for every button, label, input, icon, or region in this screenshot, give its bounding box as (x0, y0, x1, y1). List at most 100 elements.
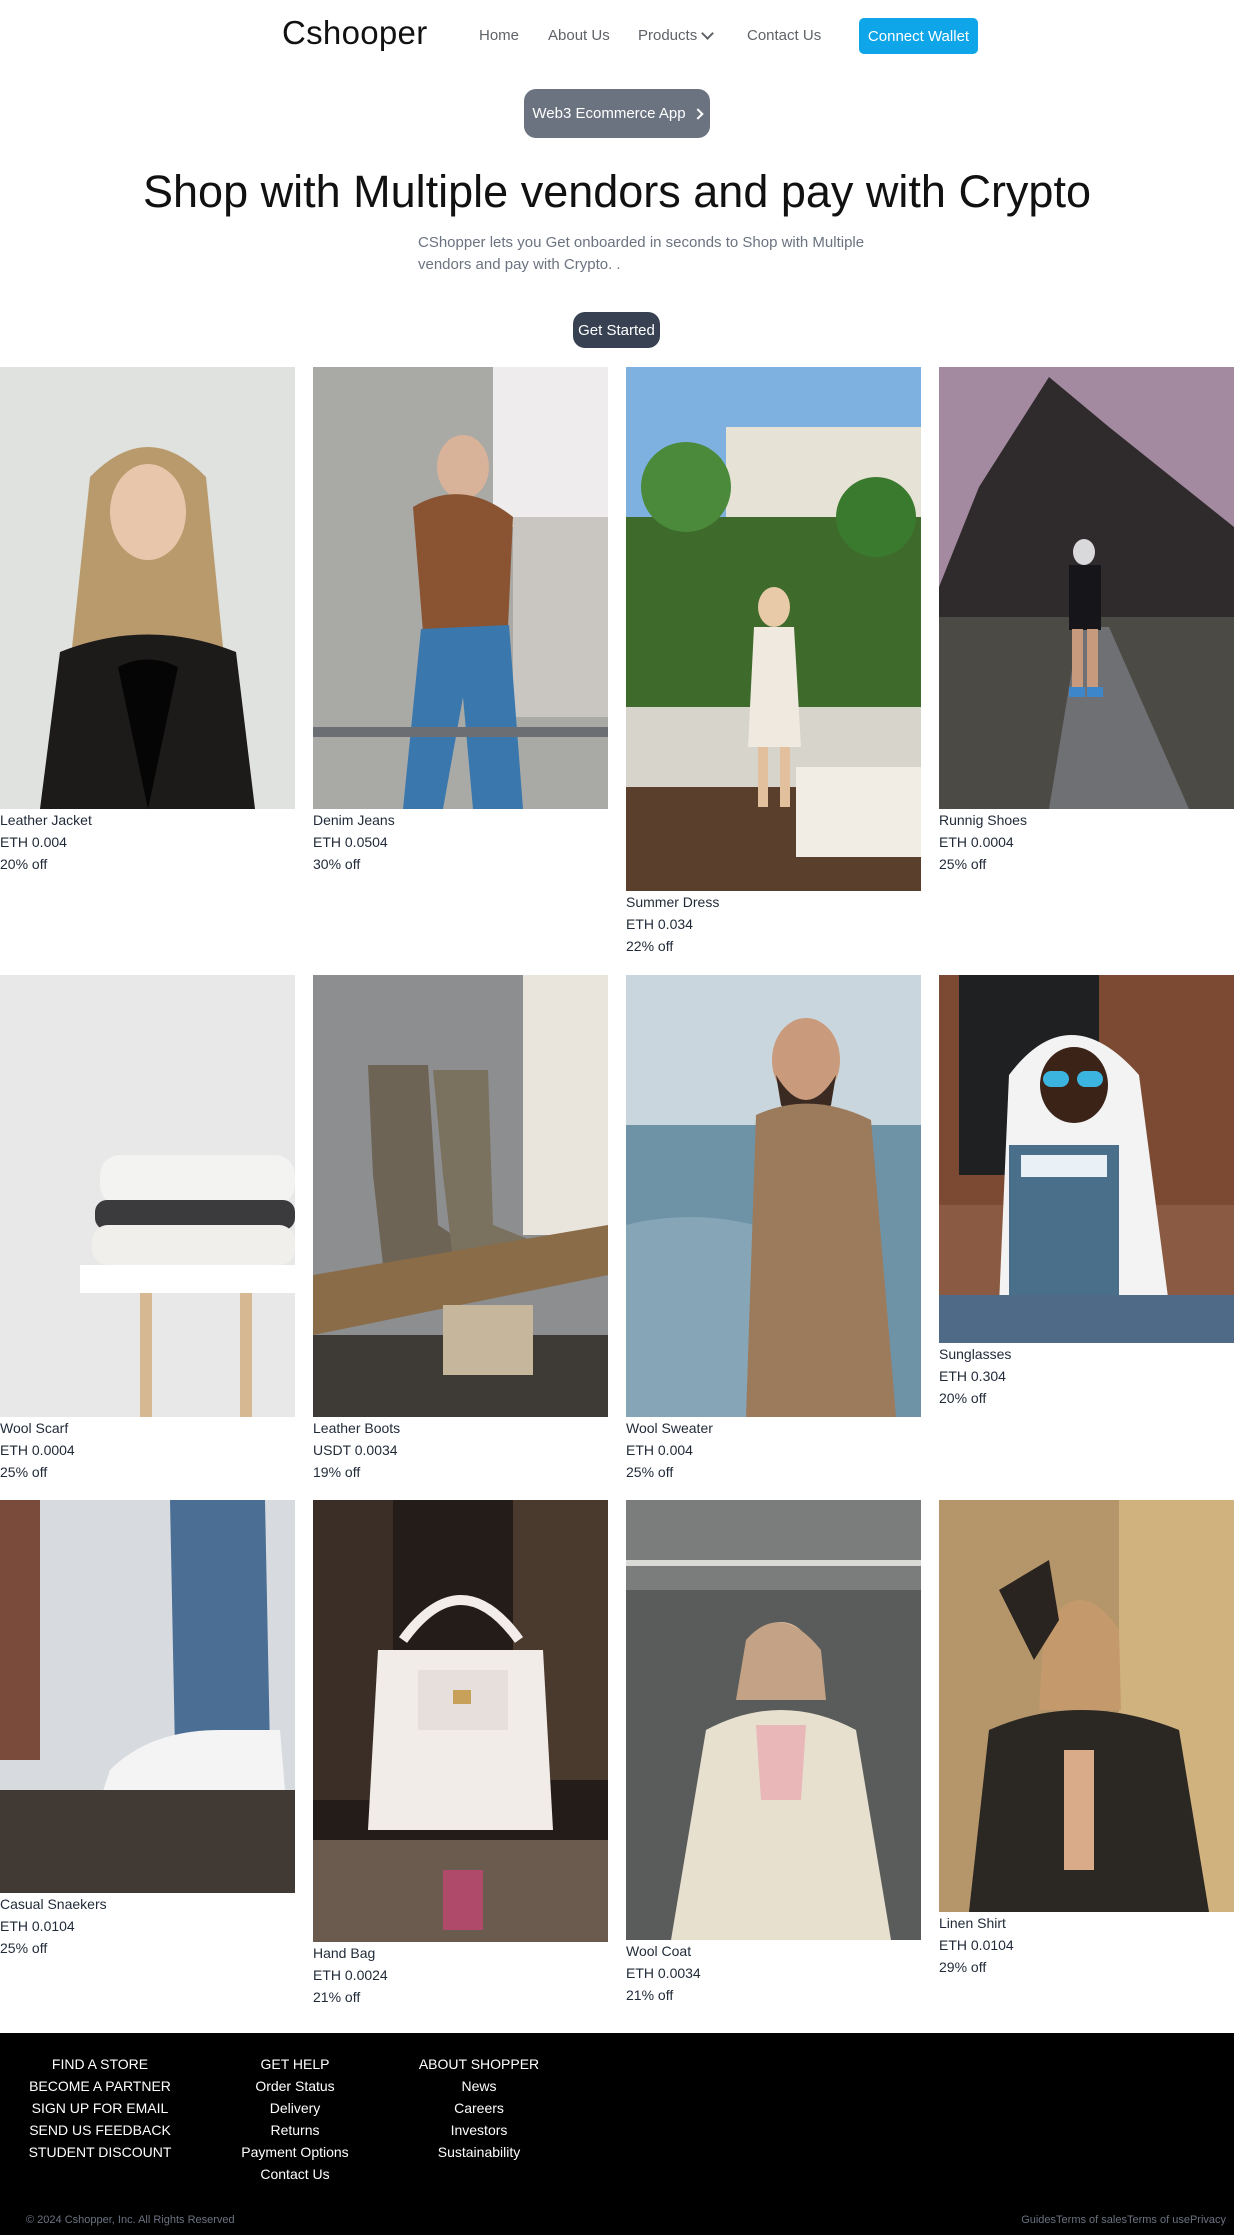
footer-link-careers[interactable]: Careers (410, 2097, 548, 2119)
product-discount: 25% off (626, 1464, 674, 1480)
product-card-running-shoes[interactable]: Runnig Shoes ETH 0.0004 25% off (939, 367, 1234, 875)
product-card-leather-jacket[interactable]: Leather Jacket ETH 0.004 20% off (0, 367, 295, 875)
product-name: Leather Jacket (0, 812, 92, 828)
footer-link-returns[interactable]: Returns (220, 2119, 370, 2141)
product-name: Summer Dress (626, 894, 720, 910)
product-card-casual-sneakers[interactable]: Casual Snaekers ETH 0.0104 25% off (0, 1500, 295, 1959)
product-price: ETH 0.0034 (626, 1965, 701, 1981)
product-name: Sunglasses (939, 1346, 1012, 1362)
product-image-wool-sweater[interactable] (626, 975, 921, 1417)
product-price: ETH 0.0504 (313, 834, 388, 850)
product-image-linen-shirt[interactable] (939, 1500, 1234, 1912)
product-price: ETH 0.004 (626, 1442, 693, 1458)
footer: FIND A STORE BECOME A PARTNER SIGN UP FO… (0, 2033, 1234, 2235)
footer-link-sustainability[interactable]: Sustainability (410, 2141, 548, 2163)
legal-link-privacy[interactable]: Privacy (1190, 2214, 1226, 2226)
footer-heading-about[interactable]: ABOUT SHOPPER (410, 2053, 548, 2075)
product-image-sunglasses[interactable] (939, 975, 1234, 1343)
footer-link-payment-options[interactable]: Payment Options (220, 2141, 370, 2163)
footer-col-help: GET HELP Order Status Delivery Returns P… (220, 2053, 370, 2185)
product-name: Wool Sweater (626, 1420, 713, 1436)
legal-link-terms-of-sales[interactable]: Terms of sales (1056, 2214, 1127, 2226)
product-image-running-shoes[interactable] (939, 367, 1234, 809)
footer-link-become-partner[interactable]: BECOME A PARTNER (26, 2075, 174, 2097)
footer-col-stores: FIND A STORE BECOME A PARTNER SIGN UP FO… (26, 2053, 174, 2163)
footer-col-about: ABOUT SHOPPER News Careers Investors Sus… (410, 2053, 548, 2163)
product-price: ETH 0.004 (0, 834, 67, 850)
legal-link-terms-of-use[interactable]: Terms of use (1127, 2214, 1190, 2226)
product-discount: 22% off (626, 938, 674, 954)
product-card-wool-sweater[interactable]: Wool Sweater ETH 0.004 25% off (626, 975, 921, 1483)
nav-link-products[interactable]: Products (638, 26, 715, 44)
product-card-summer-dress[interactable]: Summer Dress ETH 0.034 22% off (626, 367, 921, 957)
brand-logo[interactable]: Cshooper (282, 14, 428, 52)
product-image-leather-boots[interactable] (313, 975, 608, 1417)
product-image-summer-dress[interactable] (626, 367, 921, 891)
nav-link-home[interactable]: Home (479, 27, 519, 44)
product-discount: 21% off (626, 1987, 674, 2003)
product-card-wool-coat[interactable]: Wool Coat ETH 0.0034 21% off (626, 1500, 921, 2006)
product-price: ETH 0.0104 (939, 1937, 1014, 1953)
product-card-hand-bag[interactable]: Hand Bag ETH 0.0024 21% off (313, 1500, 608, 2008)
footer-heading-get-help[interactable]: GET HELP (220, 2053, 370, 2075)
product-discount: 29% off (939, 1959, 987, 1975)
get-started-button[interactable]: Get Started (573, 312, 660, 348)
chevron-right-icon (691, 107, 704, 120)
product-discount: 21% off (313, 1989, 361, 2005)
nav-link-about[interactable]: About Us (548, 27, 610, 44)
product-name: Wool Coat (626, 1943, 692, 1959)
hero-title: Shop with Multiple vendors and pay with … (143, 166, 1091, 217)
chevron-down-icon (701, 26, 715, 40)
legal-links: GuidesTerms of salesTerms of usePrivacy (1021, 2214, 1226, 2226)
navbar: Cshooper Home About Us Products Contact … (0, 0, 1234, 72)
footer-link-contact-us[interactable]: Contact Us (220, 2163, 370, 2185)
product-image-wool-scarf[interactable] (0, 975, 295, 1417)
product-price: ETH 0.0004 (939, 834, 1014, 850)
product-image-casual-sneakers[interactable] (0, 1500, 295, 1893)
product-price: ETH 0.0024 (313, 1967, 388, 1983)
product-card-wool-scarf[interactable]: Wool Scarf ETH 0.0004 25% off (0, 975, 295, 1483)
product-discount: 25% off (939, 856, 987, 872)
product-name: Wool Scarf (0, 1420, 69, 1436)
product-card-leather-boots[interactable]: Leather Boots USDT 0.0034 19% off (313, 975, 608, 1483)
product-name: Runnig Shoes (939, 812, 1027, 828)
product-image-leather-jacket[interactable] (0, 367, 295, 809)
hero-subtitle: CShopper lets you Get onboarded in secon… (418, 234, 865, 273)
legal-link-guides[interactable]: Guides (1021, 2214, 1056, 2226)
product-price: ETH 0.0104 (0, 1918, 75, 1934)
product-name: Linen Shirt (939, 1915, 1006, 1931)
product-price: ETH 0.0004 (0, 1442, 75, 1458)
product-name: Leather Boots (313, 1420, 401, 1436)
web3-app-badge[interactable]: Web3 Ecommerce App (524, 89, 710, 138)
footer-link-order-status[interactable]: Order Status (220, 2075, 370, 2097)
product-name: Denim Jeans (313, 812, 395, 828)
footer-link-find-store[interactable]: FIND A STORE (26, 2053, 174, 2075)
footer-link-feedback[interactable]: SEND US FEEDBACK (26, 2119, 174, 2141)
product-price: ETH 0.034 (626, 916, 693, 932)
product-price: ETH 0.304 (939, 1368, 1006, 1384)
product-image-wool-coat[interactable] (626, 1500, 921, 1940)
product-discount: 20% off (939, 1390, 987, 1406)
footer-link-delivery[interactable]: Delivery (220, 2097, 370, 2119)
product-card-linen-shirt[interactable]: Linen Shirt ETH 0.0104 29% off (939, 1500, 1234, 1978)
badge-label: Web3 Ecommerce App (532, 105, 686, 122)
product-discount: 25% off (0, 1464, 48, 1480)
copyright-text: © 2024 Cshopper, Inc. All Rights Reserve… (26, 2214, 235, 2226)
nav-link-contact[interactable]: Contact Us (747, 27, 821, 44)
footer-link-news[interactable]: News (410, 2075, 548, 2097)
product-card-sunglasses[interactable]: Sunglasses ETH 0.304 20% off (939, 975, 1234, 1409)
footer-link-student-discount[interactable]: STUDENT DISCOUNT (26, 2141, 174, 2163)
product-discount: 25% off (0, 1940, 48, 1956)
product-name: Casual Snaekers (0, 1896, 107, 1912)
product-image-denim-jeans[interactable] (313, 367, 608, 809)
product-card-denim-jeans[interactable]: Denim Jeans ETH 0.0504 30% off (313, 367, 608, 875)
product-discount: 30% off (313, 856, 361, 872)
connect-wallet-button[interactable]: Connect Wallet (859, 18, 978, 54)
footer-link-email-signup[interactable]: SIGN UP FOR EMAIL (26, 2097, 174, 2119)
product-name: Hand Bag (313, 1945, 376, 1961)
nav-link-products-label: Products (638, 27, 698, 44)
product-image-hand-bag[interactable] (313, 1500, 608, 1942)
footer-link-investors[interactable]: Investors (410, 2119, 548, 2141)
product-discount: 20% off (0, 856, 48, 872)
product-discount: 19% off (313, 1464, 361, 1480)
